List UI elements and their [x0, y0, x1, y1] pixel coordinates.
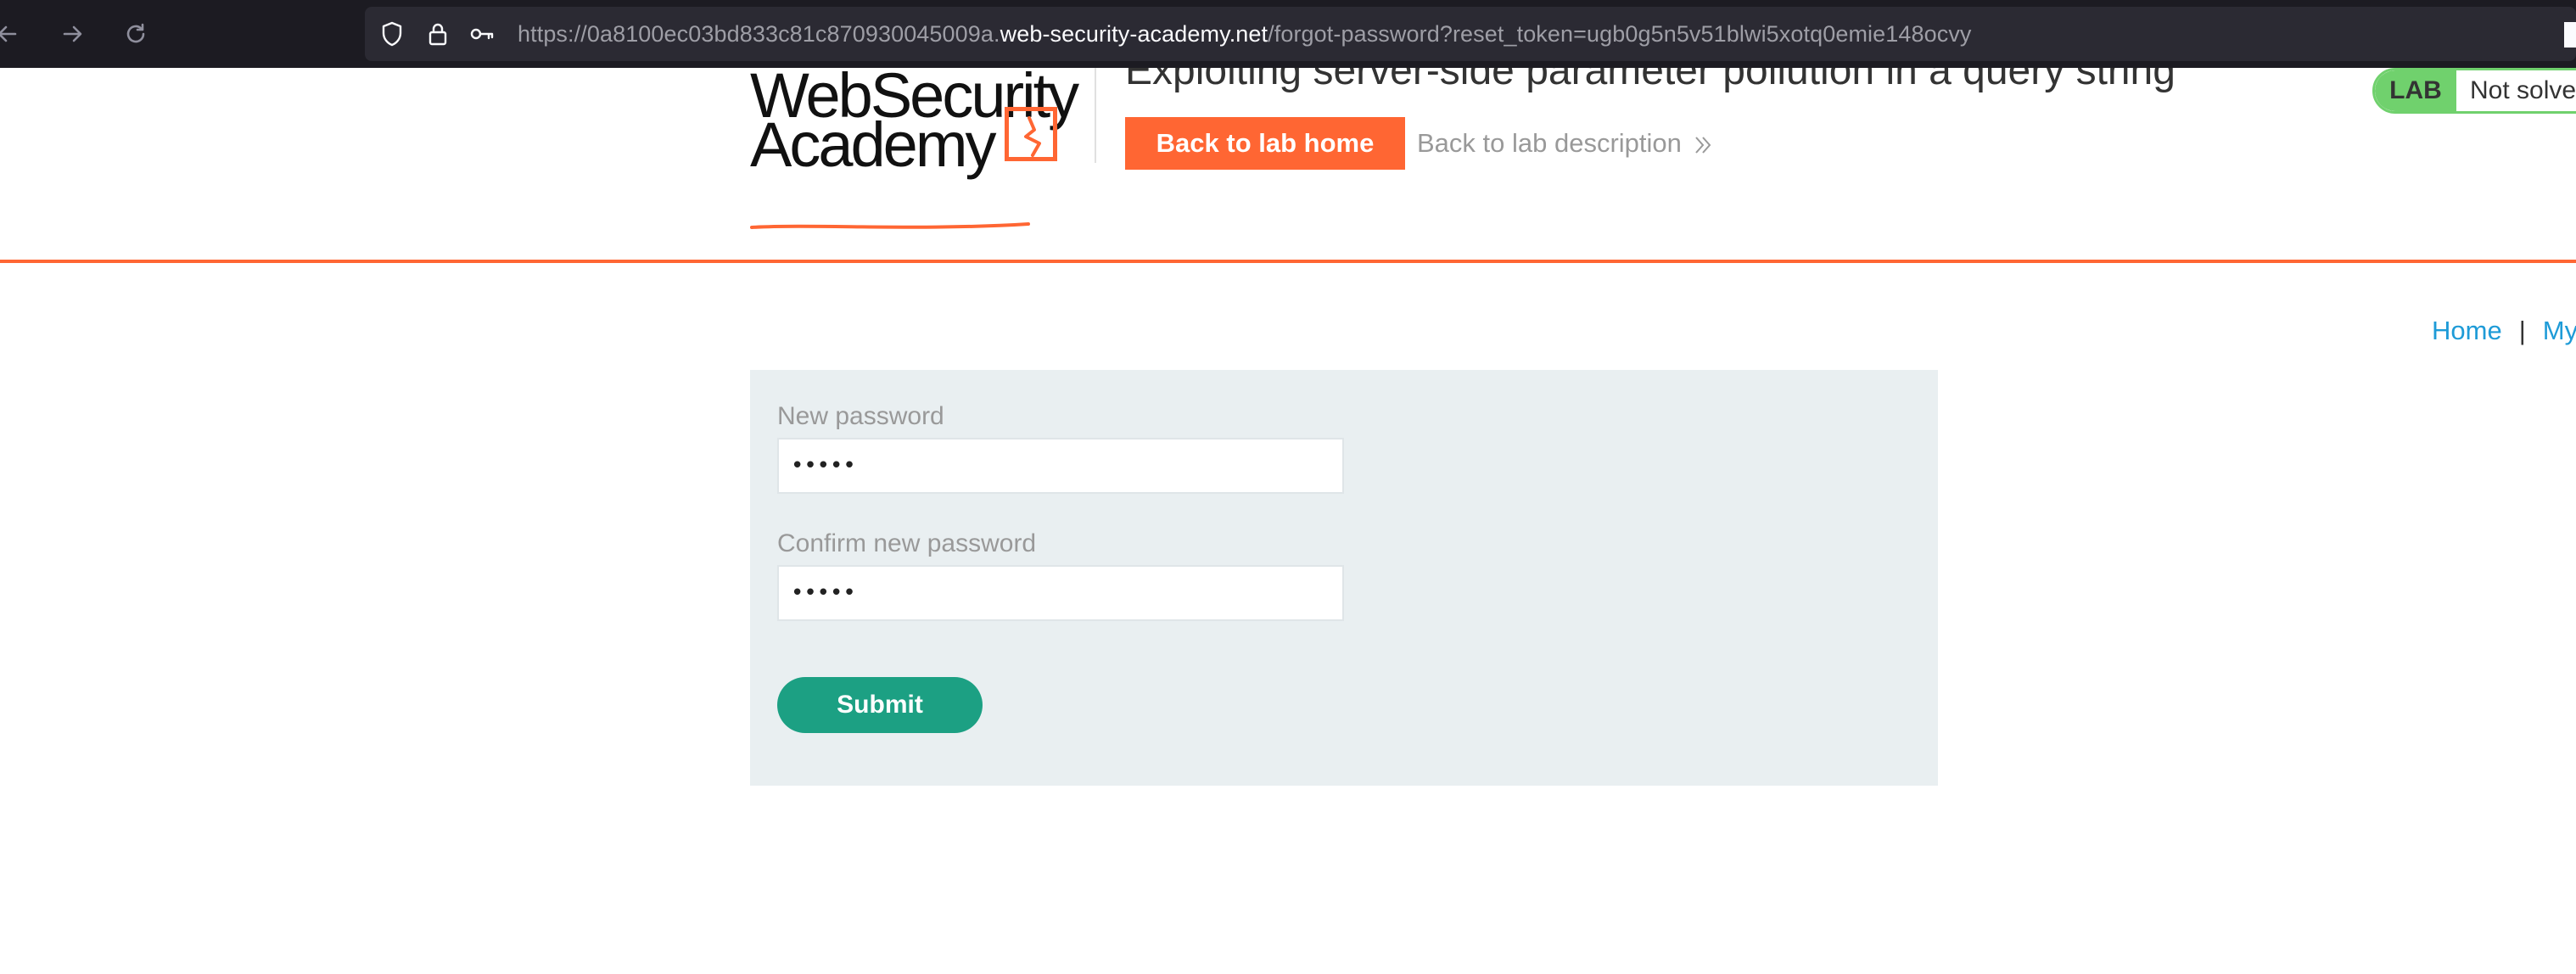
lock-icon[interactable] — [424, 20, 451, 48]
confirm-password-input[interactable] — [777, 565, 1344, 621]
new-password-input[interactable] — [777, 438, 1344, 494]
address-bar[interactable]: https://0a8100ec03bd833c81c870930045009a… — [365, 7, 2576, 61]
back-to-lab-description-link[interactable]: Back to lab description — [1417, 117, 1714, 170]
url-domain: web-security-academy.net — [1000, 21, 1268, 47]
browser-toolbar: https://0a8100ec03bd833c81c870930045009a… — [0, 0, 2576, 68]
double-chevron-right-icon — [1695, 137, 1711, 154]
reload-icon[interactable] — [117, 15, 154, 53]
new-password-label: New password — [777, 402, 944, 430]
lab-status-text: Not solved — [2470, 76, 2576, 104]
key-icon[interactable] — [468, 20, 496, 48]
academy-logo[interactable]: WebSecurity Academy — [750, 68, 1089, 246]
url-prefix: https://0a8100ec03bd833c81c870930045009a… — [518, 21, 1000, 47]
shield-icon[interactable] — [378, 20, 406, 48]
lab-title: Exploiting server-side parameter polluti… — [1125, 68, 2176, 93]
nav-separator: | — [2518, 316, 2526, 345]
url-path: /forgot-password?reset_token=ugb0g5n5v51… — [1268, 21, 1972, 47]
header-divider — [1095, 68, 1096, 163]
logo-underline — [750, 222, 1030, 229]
logo-text-line2: Academy — [750, 109, 996, 180]
forward-arrow-icon[interactable] — [54, 15, 92, 53]
back-to-lab-home-button[interactable]: Back to lab home — [1125, 117, 1405, 170]
header-rule — [0, 260, 2576, 263]
lab-badge: LAB — [2375, 70, 2456, 111]
my-account-link[interactable]: My account — [2543, 316, 2576, 345]
back-arrow-icon[interactable] — [0, 15, 25, 53]
url-text[interactable]: https://0a8100ec03bd833c81c870930045009a… — [518, 7, 1972, 61]
top-nav-links: Home | My account — [2432, 316, 2576, 346]
confirm-password-label: Confirm new password — [777, 529, 1037, 557]
lab-status-widget: LAB Not solved — [2372, 68, 2576, 114]
home-link[interactable]: Home — [2432, 316, 2502, 345]
lab-header: WebSecurity Academy Exploiting server-si… — [0, 68, 2576, 261]
logo-mark-icon — [1005, 107, 1057, 161]
toolbar-overflow-icon[interactable] — [2564, 22, 2576, 48]
reset-password-form: New password Confirm new password Submit — [750, 370, 1938, 786]
back-to-lab-description-label: Back to lab description — [1417, 128, 1682, 158]
submit-button[interactable]: Submit — [777, 677, 983, 733]
